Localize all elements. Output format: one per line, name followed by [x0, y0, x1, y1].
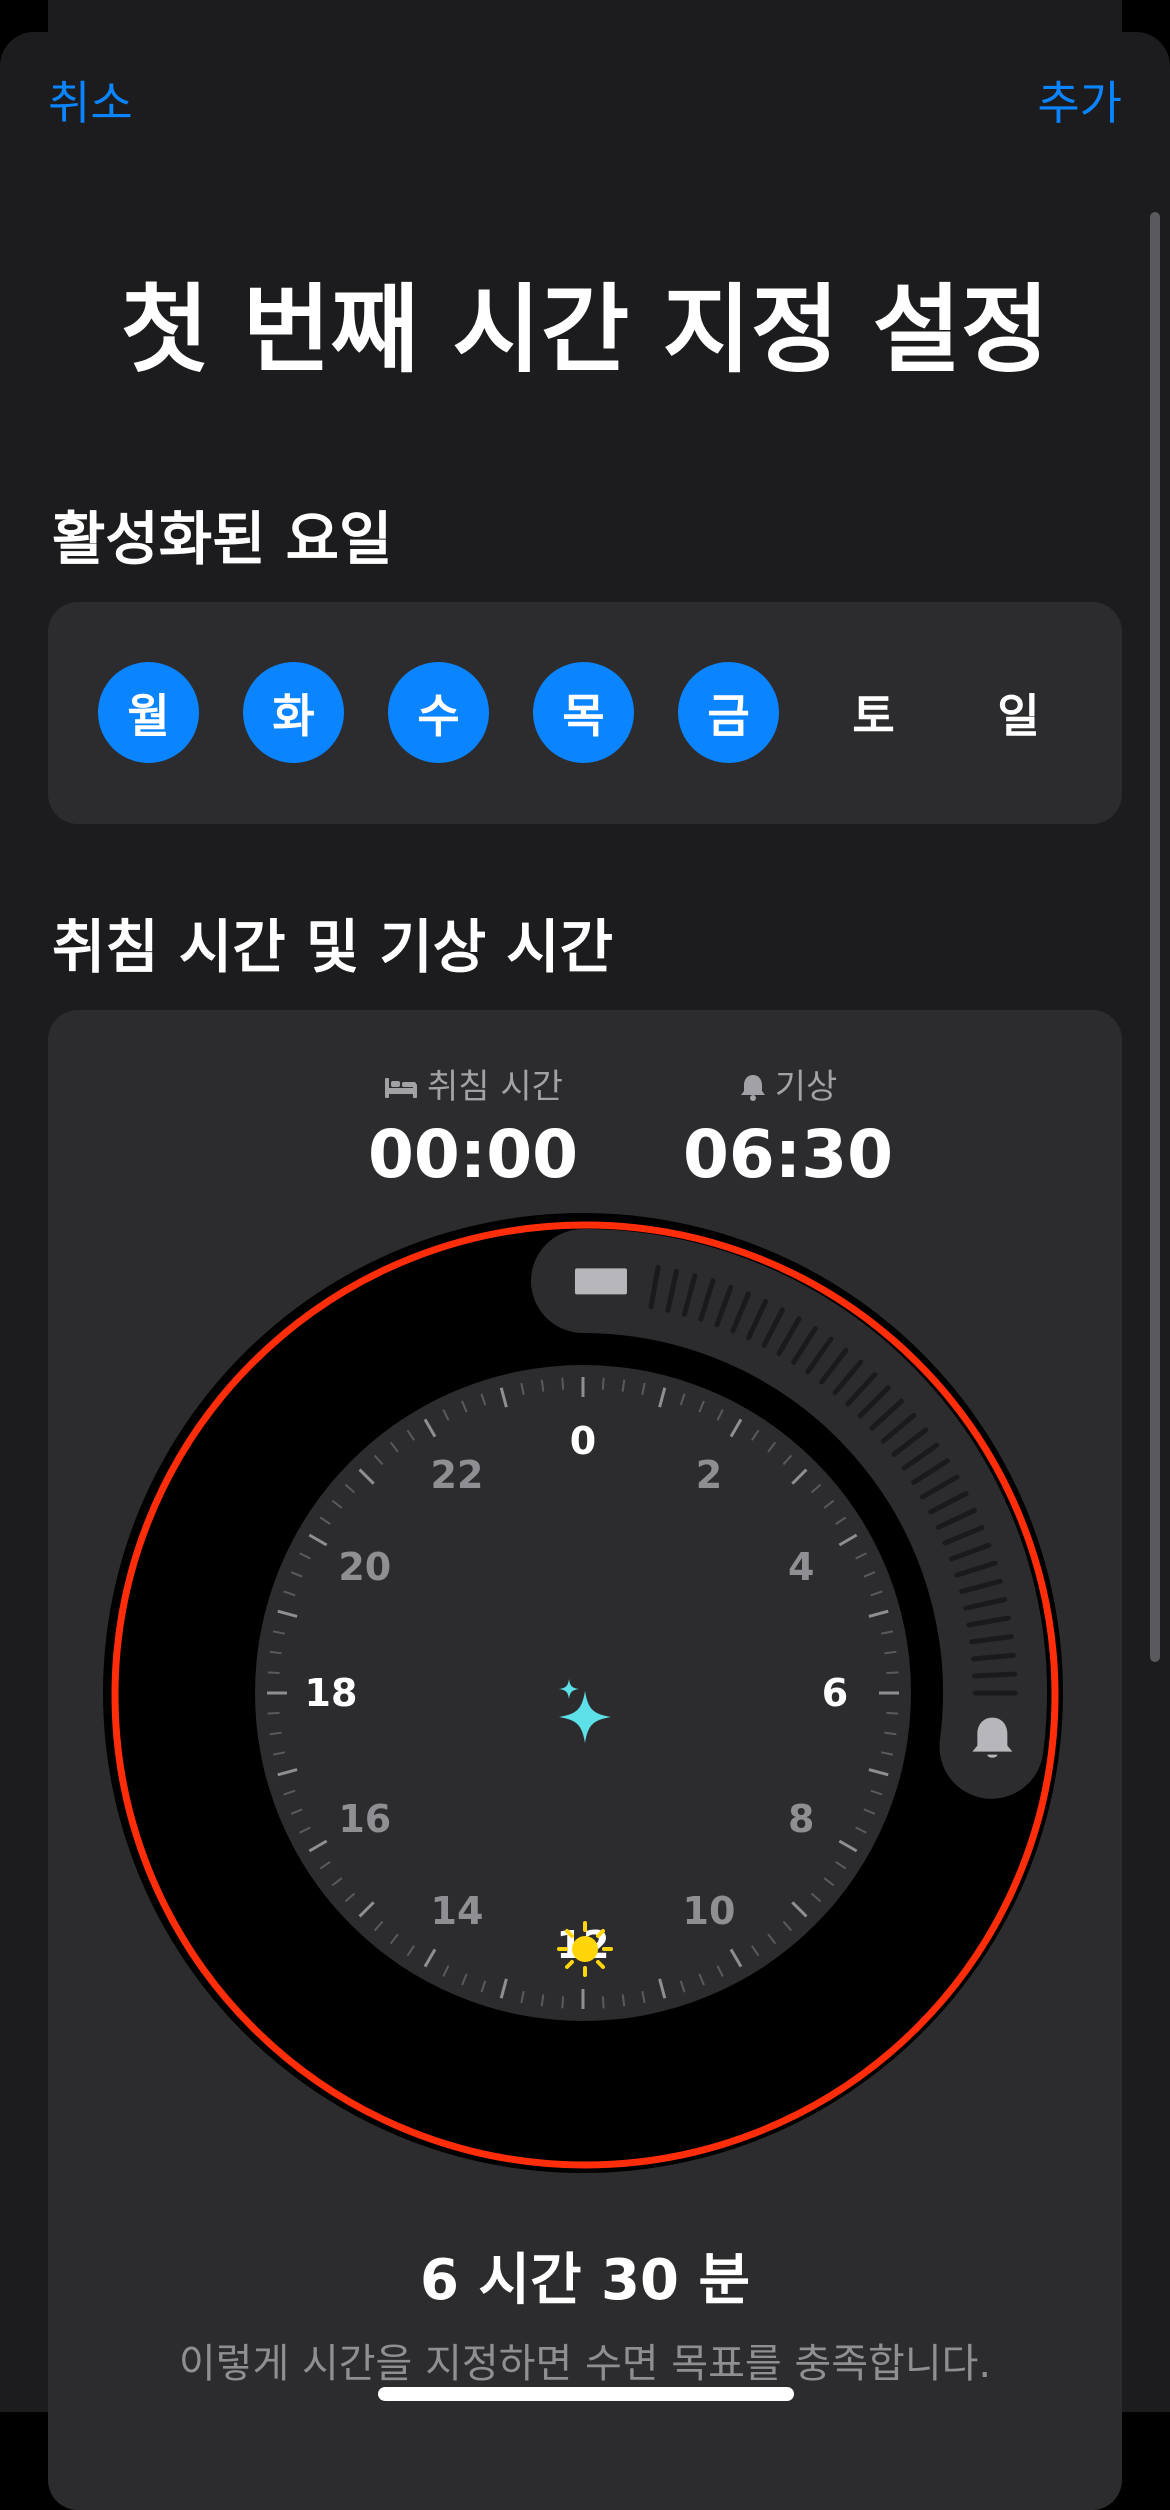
wake-label: 기상 [774, 1067, 838, 1107]
page-title: 첫 번째 시간 지정 설정 [120, 274, 1050, 386]
clock-tick [886, 1711, 899, 1715]
hour-label-22: 22 [431, 1453, 484, 1497]
hour-label-8: 8 [788, 1797, 814, 1841]
wake-value: 06:30 [682, 1116, 894, 1193]
day-toggle-fri[interactable]: 금 [678, 662, 779, 763]
hour-label-16: 16 [338, 1797, 391, 1841]
bell-icon [740, 1075, 765, 1101]
scroll-indicator[interactable] [1150, 212, 1160, 1662]
hour-label-14: 14 [431, 1889, 484, 1933]
clock-tick [601, 1377, 605, 1390]
home-indicator[interactable] [378, 2387, 794, 2401]
add-button[interactable]: 추가 [1037, 80, 1122, 126]
bedtime-display: 취침 시간 00:00 [333, 1070, 613, 1188]
hour-label-0: 0 [570, 1419, 596, 1463]
hour-label-4: 4 [788, 1545, 814, 1589]
bedtime-label: 취침 시간 [427, 1067, 563, 1107]
clock-tick [601, 1996, 605, 2009]
cancel-button[interactable]: 취소 [48, 80, 133, 126]
bedtime-handle[interactable] [574, 1268, 627, 1295]
clock-tick [267, 1711, 280, 1715]
bed-icon [385, 1078, 418, 1098]
bed-icon [574, 1268, 627, 1295]
day-toggle-sat[interactable]: 토 [823, 662, 924, 763]
clock-tick [267, 1671, 280, 1675]
hour-label-18: 18 [305, 1671, 358, 1715]
sleep-schedule-clock[interactable]: 0 2 4 6 8 10 12 14 16 18 20 22 [103, 1210, 1067, 2194]
arc-tick [971, 1652, 1016, 1662]
hour-label-20: 20 [338, 1545, 391, 1589]
schedule-sheet: 취소 추가 첫 번째 시간 지정 설정 활성화된 요일 월 화 수 목 금 토 … [0, 32, 1170, 2510]
day-toggle-sun[interactable]: 일 [968, 662, 1069, 763]
sleep-duration: 6 시간 30 분 [420, 2248, 750, 2313]
schedule-header: 취침 시간 및 기상 시간 [52, 913, 614, 981]
hour-label-2: 2 [696, 1453, 722, 1497]
hour-label-10: 10 [683, 1889, 736, 1933]
schedule-card: 취침 시간 00:00 기상 06:30 0 2 4 6 8 10 14 16 … [48, 1010, 1122, 2510]
active-days-card: 월 화 수 목 금 토 일 [48, 602, 1122, 824]
day-toggle-thu[interactable]: 목 [533, 662, 634, 763]
clock-tick [561, 1996, 565, 2009]
day-toggle-wed[interactable]: 수 [388, 662, 489, 763]
bedtime-value: 00:00 [367, 1116, 579, 1193]
sun-icon [557, 1921, 613, 1977]
arc-tick [972, 1671, 1018, 1679]
sleep-goal-message: 이렇게 시간을 지정하면 수면 목표를 충족합니다. [178, 2341, 992, 2387]
day-toggle-tue[interactable]: 화 [243, 662, 344, 763]
hour-label-6: 6 [822, 1671, 848, 1715]
clock-tick [561, 1377, 565, 1390]
day-toggle-mon[interactable]: 월 [98, 662, 199, 763]
clock-tick [886, 1671, 899, 1675]
day-selector: 월 화 수 목 금 토 일 [98, 662, 1069, 763]
wake-display: 기상 06:30 [648, 1070, 928, 1188]
active-days-header: 활성화된 요일 [52, 505, 393, 573]
